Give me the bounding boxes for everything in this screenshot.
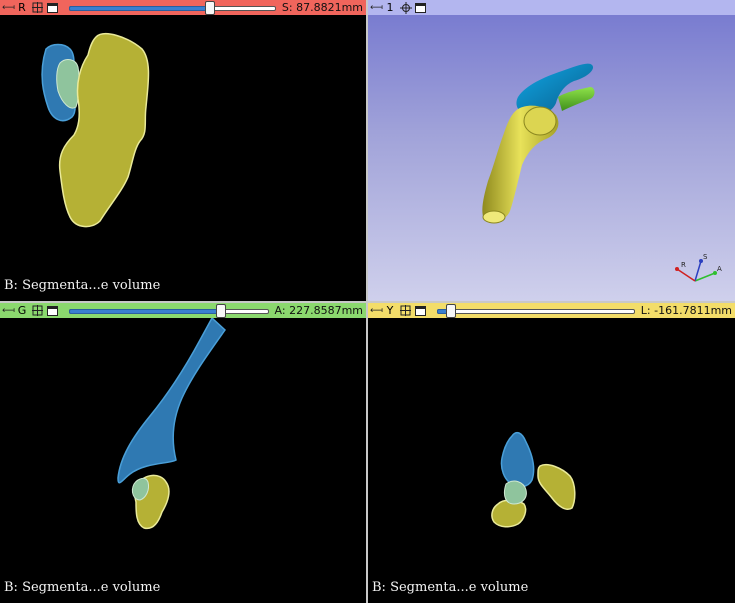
- 3d-view-controller-bar: ⟻ 1: [368, 0, 735, 15]
- yellow-slice-slider[interactable]: [437, 304, 635, 318]
- maximize-icon[interactable]: [414, 305, 427, 316]
- green-view-caption: B: Segmenta...e volume: [4, 580, 161, 595]
- pin-icon[interactable]: ⟻: [370, 1, 383, 14]
- green-slice-slider[interactable]: [69, 304, 269, 318]
- yellow-view-caption: B: Segmenta...e volume: [372, 580, 529, 595]
- shaft-end-3d: [482, 210, 506, 224]
- green-slice-offset: A: 227.8587mm: [274, 304, 363, 317]
- link-icon[interactable]: [31, 2, 44, 13]
- yellow-slider-handle[interactable]: [445, 304, 456, 318]
- link-icon[interactable]: [399, 305, 412, 316]
- orientation-marker: A S R: [675, 253, 722, 282]
- crosshair-icon[interactable]: [399, 1, 412, 14]
- green-slice-view[interactable]: ⟻ G A: 227.8587mm B: Segmenta...e volume: [0, 303, 366, 603]
- red-slice-view[interactable]: ⟻ R S: 87.8821mm B: Segmenta...e volume: [0, 0, 366, 301]
- yellow-view-controller-bar: ⟻ Y L: -161.7811mm: [368, 303, 735, 318]
- pin-icon[interactable]: ⟻: [370, 304, 383, 317]
- 3d-view[interactable]: ⟻ 1 A S R: [368, 0, 735, 301]
- yellow-slice-view[interactable]: ⟻ Y L: -161.7811mm B: Segmenta...e volum…: [368, 303, 735, 603]
- coracoid-3d: [558, 87, 595, 111]
- humeral-head-3d: [523, 106, 557, 136]
- green-slice-image: [117, 318, 226, 530]
- scapula-segment: [117, 318, 226, 484]
- scapula-segment: [500, 431, 535, 488]
- red-slider-handle[interactable]: [204, 1, 215, 15]
- yellow-slice-offset: L: -161.7811mm: [640, 304, 732, 317]
- red-slice-offset: S: 87.8821mm: [281, 1, 363, 14]
- green-slider-handle[interactable]: [215, 304, 226, 318]
- yellow-view-letter: Y: [386, 304, 394, 317]
- yellow-slice-image: [491, 431, 576, 528]
- link-icon[interactable]: [31, 305, 44, 316]
- red-slice-slider[interactable]: [69, 1, 276, 15]
- 3d-render: A S R: [482, 63, 722, 282]
- humerus-segment: [491, 499, 527, 528]
- horizontal-divider[interactable]: [0, 301, 735, 303]
- green-view-letter: G: [17, 304, 27, 317]
- red-view-caption: B: Segmenta...e volume: [4, 278, 161, 293]
- maximize-icon[interactable]: [414, 2, 427, 13]
- red-view-controller-bar: ⟻ R S: 87.8821mm: [0, 0, 366, 15]
- overlap-segment: [503, 480, 527, 505]
- pin-icon[interactable]: ⟻: [2, 1, 15, 14]
- red-view-letter: R: [18, 1, 26, 14]
- axis-label-r: R: [681, 261, 686, 269]
- red-slice-image: [41, 33, 150, 228]
- maximize-icon[interactable]: [46, 2, 59, 13]
- green-view-controller-bar: ⟻ G A: 227.8587mm: [0, 303, 366, 318]
- pin-icon[interactable]: ⟻: [2, 304, 15, 317]
- glenoid-segment: [537, 464, 576, 510]
- axis-label-a: A: [717, 265, 722, 273]
- axis-label-s: S: [703, 253, 708, 261]
- maximize-icon[interactable]: [46, 305, 59, 316]
- 3d-view-number: 1: [386, 1, 394, 14]
